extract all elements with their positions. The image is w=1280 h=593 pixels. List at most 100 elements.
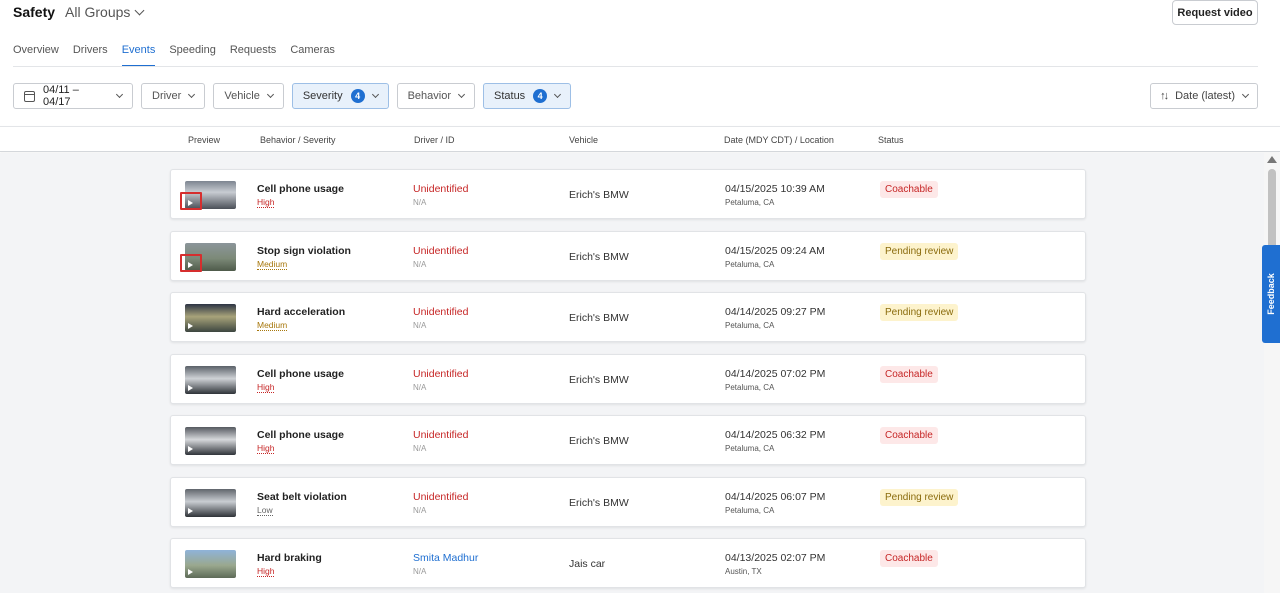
event-row[interactable]: Cell phone usage High Unidentified N/A Erich… (170, 169, 1086, 219)
tab-requests[interactable]: Requests (230, 38, 276, 67)
event-location: Austin, TX (725, 567, 762, 576)
feedback-tab[interactable]: Feedback (1262, 245, 1280, 343)
event-row[interactable]: Hard acceleration Medium Unidentified N/A Er… (170, 292, 1086, 342)
driver-filter[interactable]: Driver (141, 83, 206, 109)
behavior-label: Cell phone usage (257, 367, 344, 380)
vehicle-name: Erich's BMW (569, 189, 629, 201)
sort-icon: ↑↓ (1160, 90, 1169, 102)
chevron-down-icon (371, 90, 379, 99)
status-badge: Coachable (880, 550, 938, 567)
title-row: Safety All Groups (13, 4, 145, 20)
behavior-label: Stop sign violation (257, 244, 351, 257)
chevron-down-icon (134, 5, 145, 15)
tab-divider (13, 66, 1258, 67)
event-location: Petaluma, CA (725, 321, 775, 330)
tab-speeding[interactable]: Speeding (169, 38, 216, 67)
chevron-down-icon (457, 90, 466, 99)
sort-dropdown[interactable]: ↑↓ Date (latest) (1150, 83, 1258, 109)
chevron-down-icon (1241, 90, 1250, 99)
event-row[interactable]: Cell phone usage High Unidentified N/A Erich… (170, 415, 1086, 465)
severity-label: Low (257, 504, 273, 516)
highlight-box (180, 192, 202, 210)
table-header: Preview Behavior / Severity Driver / ID … (0, 126, 1280, 152)
request-video-button[interactable]: Request video (1172, 0, 1258, 25)
col-behavior: Behavior / Severity (260, 135, 336, 145)
driver-id: N/A (413, 505, 427, 515)
col-status: Status (878, 135, 904, 145)
video-thumbnail[interactable] (185, 365, 236, 394)
driver-link[interactable]: Unidentified (413, 491, 468, 503)
tab-events[interactable]: Events (121, 38, 156, 67)
event-row[interactable]: Seat belt violation Low Unidentified N/A Eri… (170, 476, 1086, 527)
behavior-label: Hard acceleration (257, 306, 346, 318)
event-date: 04/14/2025 07:02 PM (725, 367, 826, 380)
status-filter-label: Status (494, 90, 526, 102)
tab-overview[interactable]: Overview (13, 38, 59, 67)
event-date: 04/13/2025 02:07 PM (725, 552, 826, 564)
vehicle-name: Jais car (569, 558, 606, 570)
event-row[interactable]: Stop sign violation Medium Unidentified N/A… (170, 230, 1086, 281)
col-driver: Driver / ID (414, 135, 455, 145)
driver-filter-label: Driver (152, 90, 182, 102)
event-row[interactable]: Cell phone usage High Unidentified N/A Erich… (170, 353, 1086, 404)
play-icon[interactable] (188, 507, 193, 514)
tab-cameras[interactable]: Cameras (290, 38, 335, 67)
vehicle-filter[interactable]: Vehicle (213, 83, 284, 109)
behavior-filter[interactable]: Behavior (396, 83, 475, 109)
driver-id: N/A (413, 198, 427, 207)
status-badge: Pending review (880, 488, 959, 506)
page-header: Safety All Groups Request video Overview… (0, 0, 1280, 126)
driver-id: N/A (413, 444, 427, 453)
severity-filter-label: Severity (302, 90, 343, 102)
play-icon[interactable] (188, 323, 193, 329)
event-location: Petaluma, CA (725, 505, 775, 515)
severity-filter[interactable]: Severity 4 (291, 83, 389, 109)
event-date: 04/15/2025 09:24 AM (725, 244, 825, 257)
col-vehicle: Vehicle (569, 135, 599, 145)
date-range-filter[interactable]: 04/11 – 04/17 (13, 83, 133, 109)
filter-bar: 04/11 – 04/17 Driver Vehicle Severity 4 … (13, 83, 572, 109)
driver-link[interactable]: Smita Madhur (413, 552, 478, 564)
severity-label: High (257, 197, 275, 208)
behavior-label: Cell phone usage (257, 429, 344, 441)
event-date: 04/14/2025 06:07 PM (725, 490, 826, 503)
vehicle-name: Erich's BMW (569, 373, 629, 386)
play-icon[interactable] (188, 569, 193, 575)
date-range-label: 04/11 – 04/17 (42, 84, 79, 108)
driver-link[interactable]: Unidentified (413, 245, 468, 257)
video-thumbnail[interactable] (185, 488, 236, 517)
event-location: Petaluma, CA (725, 444, 775, 453)
driver-link[interactable]: Unidentified (413, 429, 468, 441)
feedback-label: Feedback (1266, 273, 1276, 315)
video-thumbnail[interactable] (185, 550, 236, 578)
col-date: Date (MDY CDT) / Location (724, 135, 834, 145)
status-badge: Coachable (880, 365, 938, 383)
video-thumbnail[interactable] (185, 427, 236, 455)
play-icon[interactable] (188, 384, 193, 391)
tab-drivers[interactable]: Drivers (73, 38, 108, 67)
scrollbar[interactable] (1264, 153, 1280, 593)
driver-link[interactable]: Unidentified (413, 368, 468, 380)
events-list: Cell phone usage High Unidentified N/A Erich… (0, 153, 1264, 593)
severity-count-badge: 4 (350, 89, 365, 103)
chevron-down-icon (188, 90, 196, 99)
video-thumbnail[interactable] (185, 304, 236, 332)
driver-id: N/A (413, 259, 427, 269)
driver-id: N/A (413, 567, 427, 576)
group-selector[interactable]: All Groups (65, 4, 145, 20)
chevron-down-icon (115, 90, 124, 99)
vehicle-name: Erich's BMW (569, 312, 629, 324)
chevron-down-icon (266, 90, 274, 99)
driver-link[interactable]: Unidentified (413, 306, 468, 318)
event-row[interactable]: Hard braking High Smita Madhur N/A Jais car 0… (170, 538, 1086, 588)
driver-id: N/A (413, 321, 427, 330)
play-icon[interactable] (188, 446, 193, 452)
scroll-up-arrow-icon[interactable] (1267, 156, 1277, 163)
vehicle-filter-label: Vehicle (224, 90, 260, 102)
severity-label: Medium (257, 258, 288, 270)
driver-link[interactable]: Unidentified (413, 183, 468, 195)
severity-label: High (257, 443, 275, 454)
status-filter[interactable]: Status 4 (483, 83, 572, 109)
tab-bar: Overview Drivers Events Speeding Request… (13, 38, 349, 67)
event-location: Petaluma, CA (725, 259, 775, 269)
